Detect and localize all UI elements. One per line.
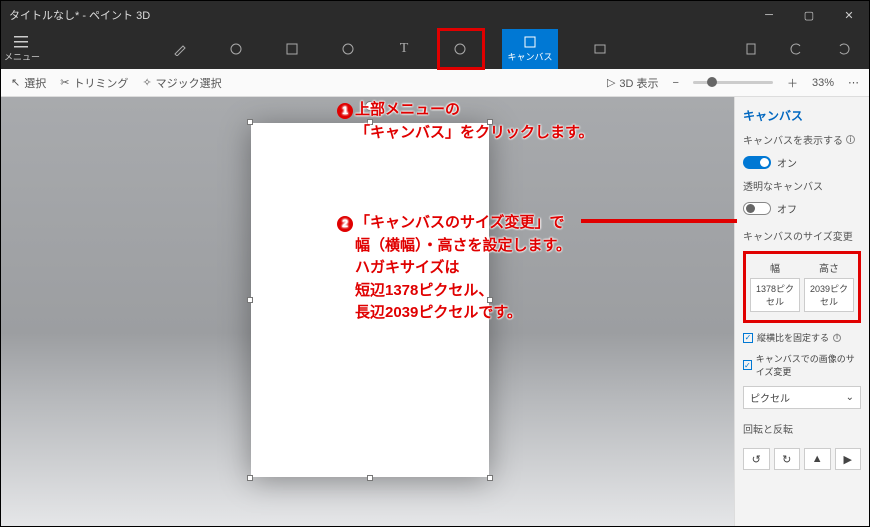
transparent-toggle[interactable] bbox=[743, 202, 771, 215]
width-label: 幅 bbox=[750, 260, 800, 275]
stickers-tool[interactable] bbox=[334, 29, 362, 69]
brush-tool[interactable] bbox=[166, 29, 194, 69]
show-canvas-toggle[interactable] bbox=[743, 156, 771, 169]
main-toolbar: メニュー T キャンバス bbox=[1, 29, 869, 69]
view-3d-button[interactable]: ▷3D 表示 bbox=[607, 75, 659, 91]
info-icon: i bbox=[833, 334, 841, 342]
menu-button[interactable]: メニュー bbox=[1, 29, 43, 69]
transparent-state: オフ bbox=[777, 201, 797, 216]
width-input[interactable]: 1378ピクセル bbox=[750, 278, 800, 312]
canvas-tool[interactable]: キャンバス bbox=[502, 29, 558, 69]
menu-icon bbox=[14, 36, 30, 48]
library-tool[interactable] bbox=[586, 29, 614, 69]
shapes-2d-tool[interactable] bbox=[222, 29, 250, 69]
lock-aspect-checkbox[interactable]: ✓縦横比を固定するi bbox=[743, 331, 861, 344]
flip-horizontal-button[interactable]: ▲ bbox=[804, 448, 831, 470]
zoom-out-button[interactable]: − bbox=[673, 77, 679, 89]
undo-icon bbox=[790, 42, 804, 56]
show-canvas-label: キャンバスを表示するi bbox=[743, 132, 861, 147]
resize-handle-ml[interactable] bbox=[247, 297, 253, 303]
more-button[interactable]: ⋯ bbox=[848, 76, 859, 89]
transparent-label: 透明なキャンバス bbox=[743, 178, 861, 193]
play-icon: ▷ bbox=[607, 76, 615, 89]
cursor-icon: ↖ bbox=[11, 76, 20, 89]
zoom-thumb[interactable] bbox=[707, 77, 717, 87]
zoom-value: 33% bbox=[812, 77, 834, 89]
zoom-in-button[interactable]: ＋ bbox=[787, 75, 798, 91]
zoom-slider[interactable] bbox=[693, 81, 773, 84]
redo-icon bbox=[836, 42, 850, 56]
panel-title: キャンバス bbox=[743, 107, 861, 124]
annotation-1: 1上部メニューの 「キャンバス」をクリックします。 bbox=[337, 99, 594, 144]
rotate-section-title: 回転と反転 bbox=[743, 421, 861, 436]
paste-icon bbox=[744, 42, 758, 56]
library-icon bbox=[593, 42, 607, 56]
magic-select-button[interactable]: ✧マジック選択 bbox=[142, 75, 221, 91]
resize-section-title: キャンバスのサイズ変更 bbox=[743, 228, 861, 243]
app-window: タイトルなし* - ペイント 3D ─ ▢ ✕ メニュー T キャンバス bbox=[0, 0, 870, 527]
effects-tool[interactable] bbox=[446, 29, 474, 69]
magic-icon: ✧ bbox=[142, 76, 151, 89]
redo-button[interactable] bbox=[829, 29, 857, 69]
cube-icon bbox=[285, 42, 299, 56]
annotation-highlight-2: 幅 高さ 1378ピクセル 2039ピクセル bbox=[743, 251, 861, 323]
rotate-cw-button[interactable]: ↻ bbox=[774, 448, 801, 470]
canvas-viewport[interactable]: 1上部メニューの 「キャンバス」をクリックします。 2「キャンバスのサイズ変更」… bbox=[1, 97, 734, 526]
paste-button[interactable] bbox=[737, 29, 765, 69]
flip-vertical-button[interactable]: ▶ bbox=[835, 448, 862, 470]
select-button[interactable]: ↖選択 bbox=[11, 75, 46, 91]
shapes-2d-icon bbox=[229, 42, 243, 56]
resize-handle-br[interactable] bbox=[487, 475, 493, 481]
canvas-icon bbox=[523, 35, 537, 49]
resize-handle-bl[interactable] bbox=[247, 475, 253, 481]
canvas-tool-label: キャンバス bbox=[507, 50, 552, 63]
chevron-down-icon: ⌄ bbox=[846, 392, 854, 403]
crop-icon: ✂ bbox=[60, 76, 69, 89]
unit-select[interactable]: ピクセル⌄ bbox=[743, 386, 861, 409]
effects-icon bbox=[453, 42, 467, 56]
window-title: タイトルなし* - ペイント 3D bbox=[9, 7, 150, 23]
minimize-button[interactable]: ─ bbox=[749, 1, 789, 29]
resize-handle-tl[interactable] bbox=[247, 119, 253, 125]
show-canvas-state: オン bbox=[777, 155, 797, 170]
text-tool[interactable]: T bbox=[390, 29, 418, 69]
menu-label: メニュー bbox=[4, 50, 40, 63]
info-icon: i bbox=[846, 135, 855, 144]
rotate-ccw-button[interactable]: ↺ bbox=[743, 448, 770, 470]
checkmark-icon: ✓ bbox=[743, 360, 752, 370]
annotation-badge-2: 2 bbox=[337, 216, 353, 232]
sub-toolbar: ↖選択 ✂トリミング ✧マジック選択 ▷3D 表示 − ＋ 33% ⋯ bbox=[1, 69, 869, 97]
side-panel: キャンバス キャンバスを表示するi オン 透明なキャンバス オフ キャンバスのサ… bbox=[734, 97, 869, 526]
resize-image-checkbox[interactable]: ✓キャンバスでの画像のサイズ変更 bbox=[743, 352, 861, 378]
maximize-button[interactable]: ▢ bbox=[789, 1, 829, 29]
shapes-3d-tool[interactable] bbox=[278, 29, 306, 69]
titlebar: タイトルなし* - ペイント 3D ─ ▢ ✕ bbox=[1, 1, 869, 29]
height-label: 高さ bbox=[804, 260, 854, 275]
sticker-icon bbox=[341, 42, 355, 56]
annotation-2: 2「キャンバスのサイズ変更」で 幅（横幅）・高さを設定します。 ハガキサイズは … bbox=[337, 212, 571, 325]
close-button[interactable]: ✕ bbox=[829, 1, 869, 29]
crop-button[interactable]: ✂トリミング bbox=[60, 75, 128, 91]
annotation-connector-2 bbox=[581, 219, 737, 223]
brush-icon bbox=[173, 42, 187, 56]
annotation-badge-1: 1 bbox=[337, 103, 353, 119]
resize-handle-bc[interactable] bbox=[367, 475, 373, 481]
undo-button[interactable] bbox=[783, 29, 811, 69]
height-input[interactable]: 2039ピクセル bbox=[804, 278, 854, 312]
checkmark-icon: ✓ bbox=[743, 333, 753, 343]
